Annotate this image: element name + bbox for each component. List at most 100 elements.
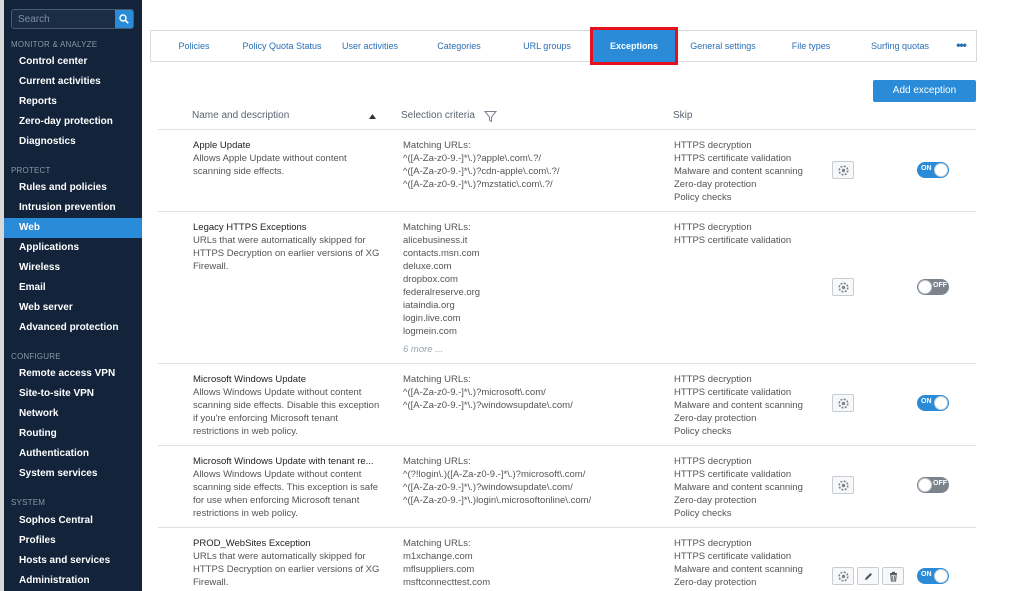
exception-name[interactable]: Apple Update [193, 139, 383, 152]
enable-toggle[interactable]: OFF [917, 279, 949, 295]
nav-item-control-center[interactable]: Control center [4, 52, 142, 72]
toggle-knob [934, 569, 948, 583]
toggle-knob [934, 396, 948, 410]
enable-toggle[interactable]: ON [917, 162, 949, 178]
skip-item: Zero-day protection [674, 577, 757, 588]
exception-description: URLs that were automatically skipped for… [193, 551, 380, 588]
nav-item-administration[interactable]: Administration [4, 571, 142, 591]
toggle-knob [918, 280, 932, 294]
enable-toggle[interactable]: ON [917, 568, 949, 584]
nav-item-site-to-site-vpn[interactable]: Site-to-site VPN [4, 384, 142, 404]
enable-toggle[interactable]: ON [917, 395, 949, 411]
skip-item: HTTPS certificate validation [674, 551, 792, 562]
nav-item-web[interactable]: Web [4, 218, 142, 238]
settings-button[interactable] [832, 567, 854, 585]
nav-item-zero-day-protection[interactable]: Zero-day protection [4, 112, 142, 132]
exception-name[interactable]: PROD_WebSites Exception [193, 537, 393, 550]
nav-item-wireless[interactable]: Wireless [4, 258, 142, 278]
search-icon [119, 14, 129, 24]
nav-item-rules-and-policies[interactable]: Rules and policies [4, 178, 142, 198]
nav-item-email[interactable]: Email [4, 278, 142, 298]
nav-item-advanced-protection[interactable]: Advanced protection [4, 318, 142, 338]
table-row: PROD_WebSites Exception URLs that were a… [158, 527, 976, 591]
delete-button[interactable] [882, 567, 904, 585]
criteria-label: Matching URLs: [403, 140, 471, 151]
tab-exceptions[interactable]: Exceptions [590, 27, 678, 65]
nav-item-reports[interactable]: Reports [4, 92, 142, 112]
exception-description: URLs that were automatically skipped for… [193, 235, 380, 272]
criteria-url: ^([A-Za-z0-9.-]*\.)?cdn-apple\.com\.?/ [403, 166, 560, 177]
skip-cell: HTTPS decryption HTTPS certificate valid… [674, 455, 834, 520]
edit-button[interactable] [857, 567, 879, 585]
skip-item: Zero-day protection [674, 179, 757, 190]
nav-item-profiles[interactable]: Profiles [4, 531, 142, 551]
exception-name[interactable]: Microsoft Windows Update with tenant re.… [193, 455, 388, 468]
exception-name[interactable]: Legacy HTTPS Exceptions [193, 221, 393, 234]
exception-name-cell: Microsoft Windows Update Allows Windows … [193, 373, 383, 438]
skip-item: HTTPS decryption [674, 374, 752, 385]
tab-policies[interactable]: Policies [161, 31, 227, 61]
skip-item: HTTPS certificate validation [674, 387, 792, 398]
criteria-url: ^([A-Za-z0-9.-]*\.)?microsoft\.com/ [403, 387, 546, 398]
settings-button[interactable] [832, 161, 854, 179]
criteria-label: Matching URLs: [403, 456, 471, 467]
exception-name[interactable]: Microsoft Windows Update [193, 373, 383, 386]
tab-user-activities[interactable]: User activities [333, 31, 407, 61]
tab-url-groups[interactable]: URL groups [509, 31, 585, 61]
trash-icon [890, 571, 897, 582]
nav-item-intrusion-prevention[interactable]: Intrusion prevention [4, 198, 142, 218]
tab-general-settings[interactable]: General settings [683, 31, 763, 61]
toggle-state-label: ON [921, 165, 932, 172]
nav-item-remote-access-vpn[interactable]: Remote access VPN [4, 364, 142, 384]
criteria-label: Matching URLs: [403, 538, 471, 549]
sidebar: MONITOR & ANALYZE Control center Current… [0, 0, 142, 591]
tab-file-types[interactable]: File types [773, 31, 849, 61]
nav-section-configure: CONFIGURE [11, 352, 61, 361]
skip-item: HTTPS decryption [674, 222, 752, 233]
skip-item: Zero-day protection [674, 413, 757, 424]
tab-surfing-quotas[interactable]: Surfing quotas [861, 31, 939, 61]
nav-item-routing[interactable]: Routing [4, 424, 142, 444]
criteria-url: logmein.com [403, 326, 457, 337]
enable-toggle[interactable]: OFF [917, 477, 949, 493]
skip-item: Malware and content scanning [674, 482, 803, 493]
search-input[interactable] [18, 12, 114, 26]
tab-policy-quota-status[interactable]: Policy Quota Status [237, 31, 327, 61]
table-row: Microsoft Windows Update Allows Windows … [158, 363, 976, 445]
settings-button[interactable] [832, 394, 854, 412]
criteria-url: contacts.msn.com [403, 248, 480, 259]
settings-button[interactable] [832, 476, 854, 494]
pencil-icon [865, 573, 872, 580]
criteria-url: federalreserve.org [403, 287, 481, 298]
search-box[interactable] [11, 9, 134, 29]
nav-item-web-server[interactable]: Web server [4, 298, 142, 318]
settings-button[interactable] [832, 278, 854, 296]
nav-item-system-services[interactable]: System services [4, 464, 142, 484]
criteria-url: login.live.com [403, 313, 461, 324]
gear-icon [838, 571, 849, 582]
add-exception-button[interactable]: Add exception [873, 80, 976, 102]
tab-categories[interactable]: Categories [421, 31, 497, 61]
criteria-url: deluxe.com [403, 261, 452, 272]
toggle-state-label: OFF [933, 282, 947, 289]
criteria-cell: Matching URLs: m1xchange.com mflsupplier… [403, 537, 653, 589]
more-tabs-button[interactable]: ••• [951, 31, 971, 61]
criteria-url: ^([A-Za-z0-9.-]*\.)?windowsupdate\.com/ [403, 400, 573, 411]
nav-item-network[interactable]: Network [4, 404, 142, 424]
exception-description: Allows Windows Update without content sc… [193, 387, 380, 437]
nav-item-authentication[interactable]: Authentication [4, 444, 142, 464]
more-urls-link[interactable]: 6 more ... [403, 343, 653, 356]
nav-item-hosts-and-services[interactable]: Hosts and services [4, 551, 142, 571]
column-header-name[interactable]: Name and description [192, 110, 289, 121]
sort-ascending-icon[interactable] [369, 114, 376, 119]
search-button[interactable] [115, 10, 133, 28]
nav-item-diagnostics[interactable]: Diagnostics [4, 132, 142, 152]
exception-name-cell: Microsoft Windows Update with tenant re.… [193, 455, 388, 520]
filter-icon[interactable] [484, 110, 497, 123]
nav-item-applications[interactable]: Applications [4, 238, 142, 258]
nav-item-sophos-central[interactable]: Sophos Central [4, 511, 142, 531]
nav-item-current-activities[interactable]: Current activities [4, 72, 142, 92]
skip-item: HTTPS certificate validation [674, 469, 792, 480]
skip-item: HTTPS decryption [674, 538, 752, 549]
table-row: Microsoft Windows Update with tenant re.… [158, 445, 976, 527]
